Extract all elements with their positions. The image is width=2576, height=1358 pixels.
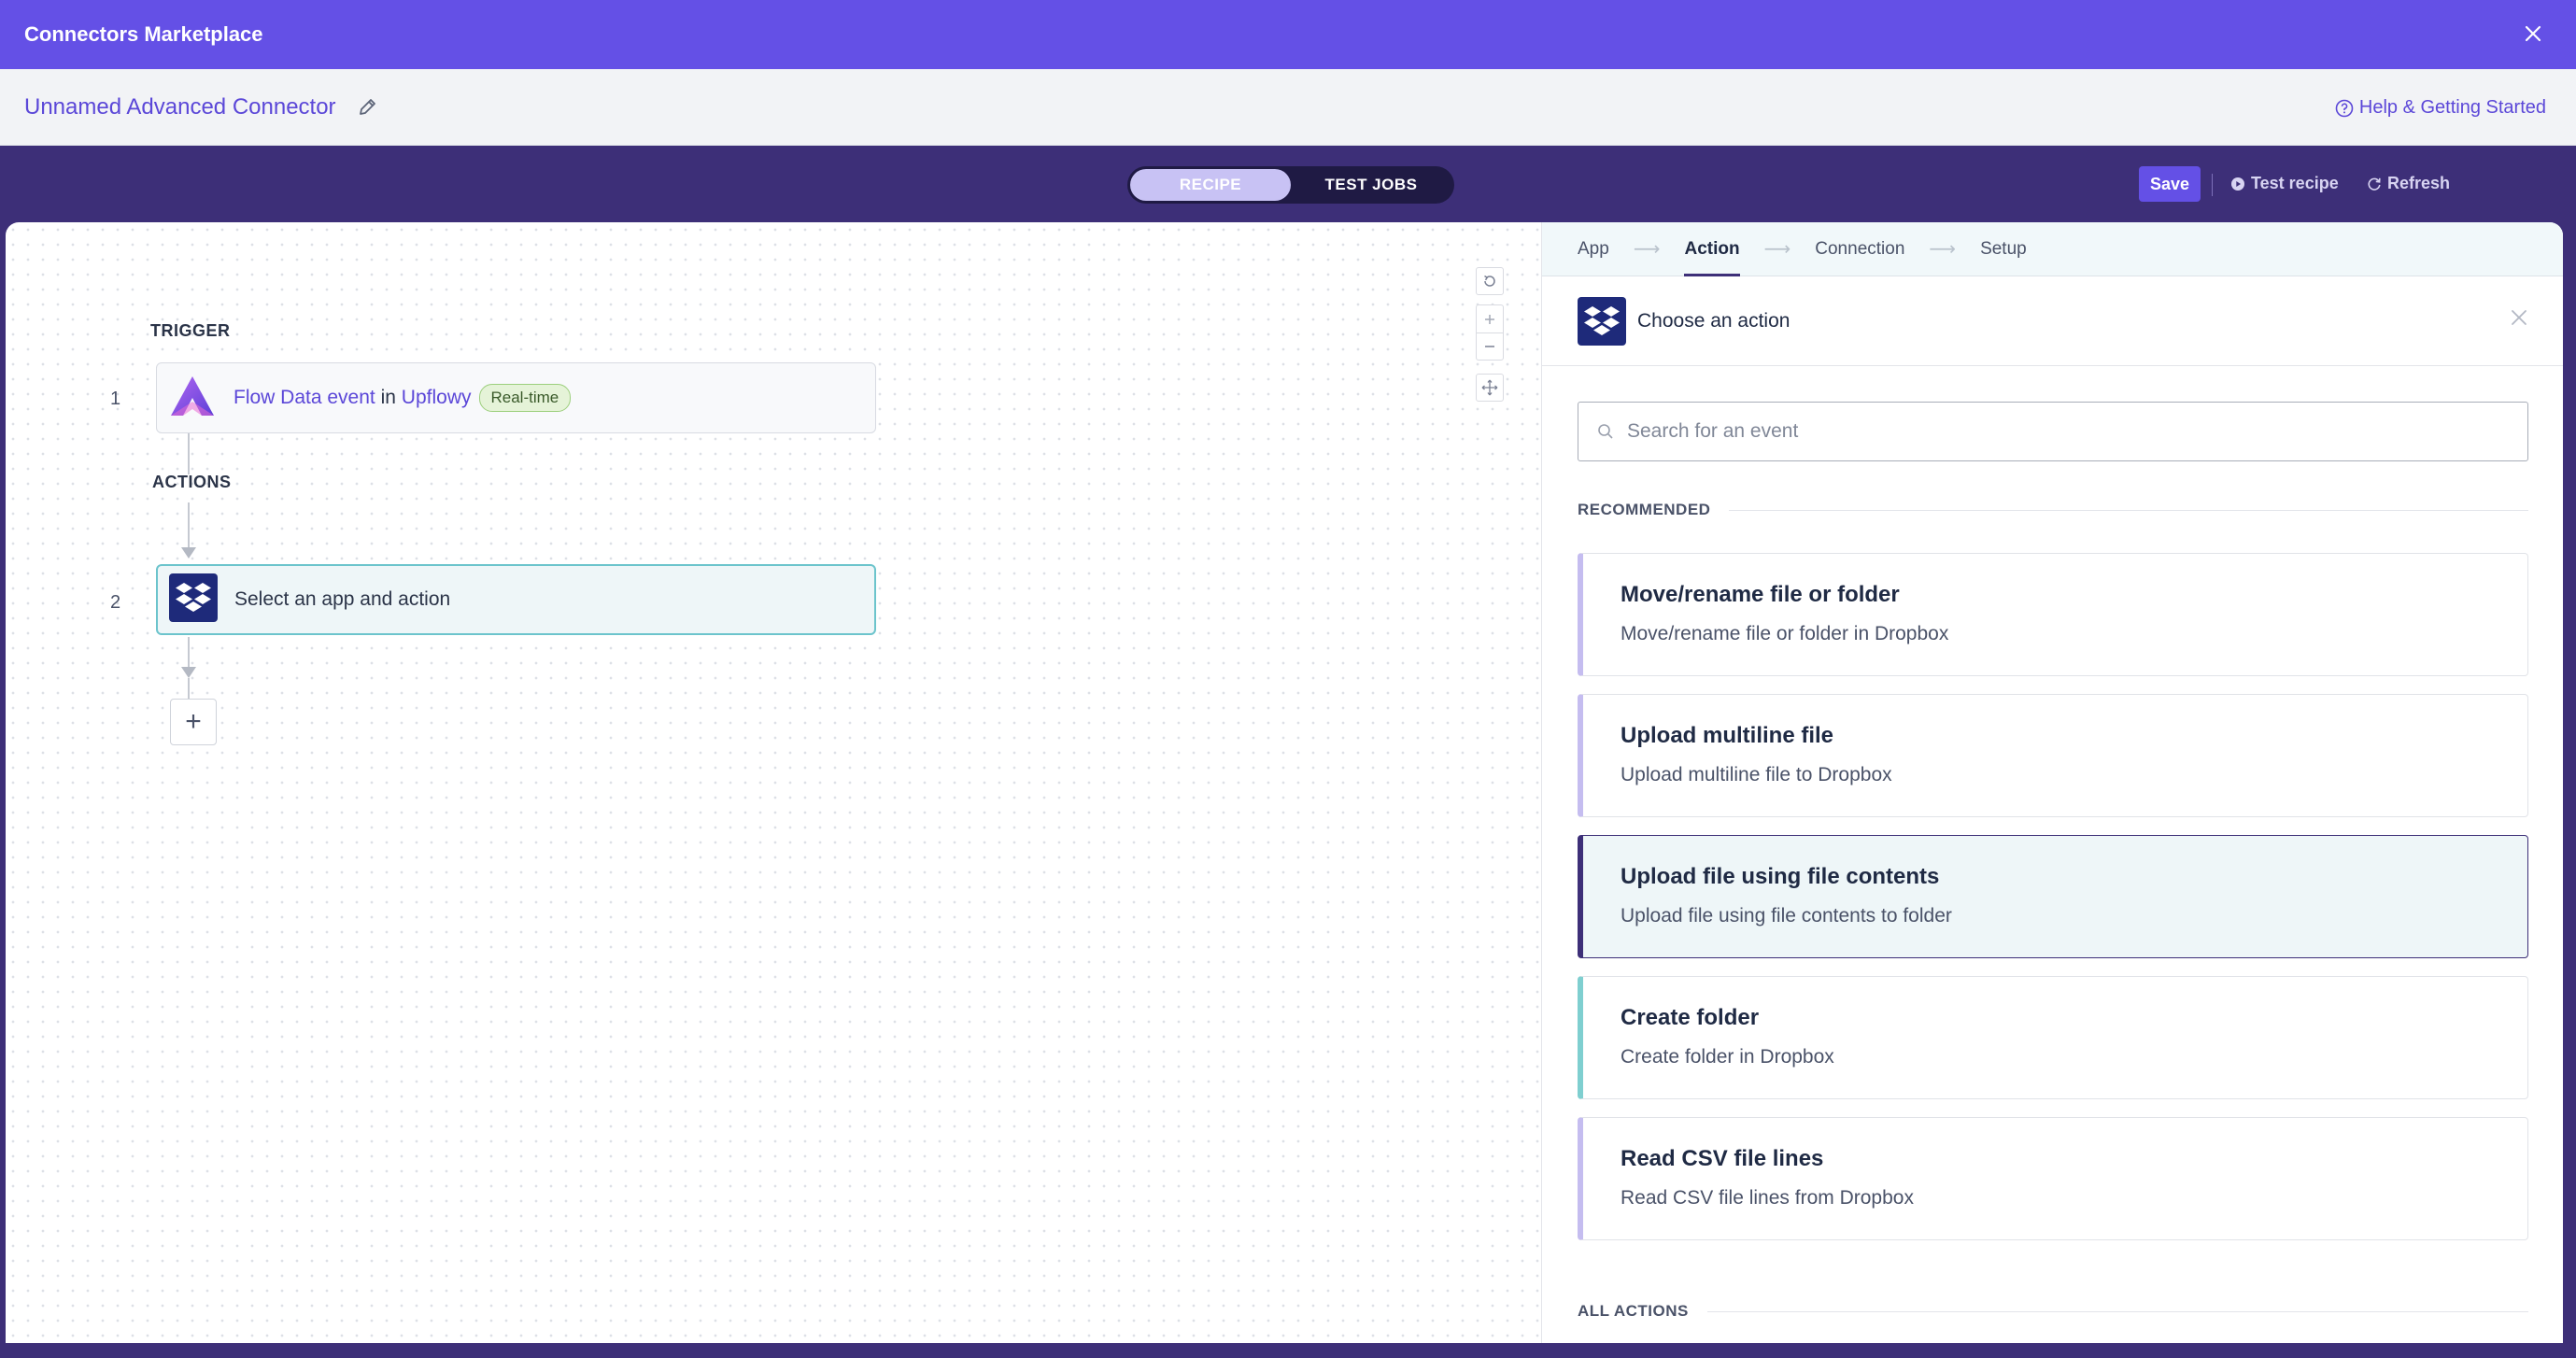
connector-line xyxy=(188,678,190,699)
wizard-steps: App ⟶ Action ⟶ Connection ⟶ Setup xyxy=(1542,222,2563,276)
connector-header: Unnamed Advanced Connector Help & Gettin… xyxy=(0,69,2576,146)
action-description: Upload file using file contents to folde… xyxy=(1621,905,1952,927)
action-card-selected[interactable]: Upload file using file contents Upload f… xyxy=(1578,835,2528,958)
view-toggle: RECIPE TEST JOBS xyxy=(1127,166,1454,204)
trigger-step-text: Flow Data event in Upflowy xyxy=(234,387,472,409)
trigger-connector-word: in xyxy=(380,387,396,408)
trigger-label: TRIGGER xyxy=(150,321,231,340)
edit-pencil-icon[interactable] xyxy=(355,95,379,120)
close-icon[interactable] xyxy=(2516,17,2550,50)
reset-view-icon[interactable] xyxy=(1476,267,1504,295)
recipe-canvas[interactable]: TRIGGER 1 Flow Data event in Upflowy Rea… xyxy=(6,222,1541,1343)
connector-line xyxy=(188,502,190,549)
event-search[interactable] xyxy=(1578,402,2528,461)
action-picker-panel: App ⟶ Action ⟶ Connection ⟶ Setup Choose… xyxy=(1541,222,2563,1343)
add-step-button[interactable]: + xyxy=(170,699,217,745)
recipe-toolbar: RECIPE TEST JOBS Save Test recipe Refres… xyxy=(0,146,2576,222)
play-circle-icon xyxy=(2231,177,2244,191)
wizard-step-app[interactable]: App xyxy=(1578,222,1609,276)
search-icon xyxy=(1598,424,1613,439)
action-description: Move/rename file or folder in Dropbox xyxy=(1621,623,1949,644)
arrow-right-icon: ⟶ xyxy=(1929,239,1957,260)
help-link[interactable]: Help & Getting Started xyxy=(2335,97,2546,119)
step-number: 1 xyxy=(110,389,121,409)
action-title: Move/rename file or folder xyxy=(1621,582,1900,607)
zoom-in-icon[interactable] xyxy=(1476,304,1504,332)
help-circle-icon xyxy=(2335,99,2354,117)
test-recipe-label: Test recipe xyxy=(2251,174,2339,192)
realtime-badge: Real-time xyxy=(478,384,572,412)
zoom-out-icon[interactable] xyxy=(1476,332,1504,361)
choose-action-heading: Choose an action xyxy=(1637,309,1790,332)
connector-line xyxy=(188,637,190,669)
all-actions-label: ALL ACTIONS xyxy=(1578,1302,2528,1321)
test-recipe-button[interactable]: Test recipe xyxy=(2230,174,2339,193)
arrow-down-icon xyxy=(181,667,196,678)
action-card[interactable]: Upload multiline file Upload multiline f… xyxy=(1578,694,2528,817)
app-header: Connectors Marketplace xyxy=(0,0,2576,69)
refresh-label: Refresh xyxy=(2387,174,2451,192)
tab-recipe[interactable]: RECIPE xyxy=(1130,169,1291,201)
trigger-step-card[interactable]: Flow Data event in Upflowy Real-time xyxy=(156,362,876,433)
toolbar-divider xyxy=(2212,174,2213,196)
action-description: Upload multiline file to Dropbox xyxy=(1621,764,1892,785)
tab-test-jobs[interactable]: TEST JOBS xyxy=(1291,169,1451,201)
app-title: Connectors Marketplace xyxy=(24,22,263,46)
refresh-button[interactable]: Refresh xyxy=(2367,174,2450,193)
dropbox-icon xyxy=(169,573,218,627)
action-card[interactable]: Create folder Create folder in Dropbox xyxy=(1578,976,2528,1099)
connector-name[interactable]: Unnamed Advanced Connector xyxy=(24,94,336,120)
action-card[interactable]: Move/rename file or folder Move/rename f… xyxy=(1578,553,2528,676)
action-title: Read CSV file lines xyxy=(1621,1146,1824,1171)
arrow-right-icon: ⟶ xyxy=(1633,239,1661,260)
action-card[interactable]: Read CSV file lines Read CSV file lines … xyxy=(1578,1117,2528,1240)
upflowy-logo-icon xyxy=(168,374,217,423)
action-title: Upload multiline file xyxy=(1621,723,1834,748)
connector-line xyxy=(188,433,190,474)
close-panel-icon[interactable] xyxy=(2510,308,2528,332)
all-actions-text: ALL ACTIONS xyxy=(1578,1302,1689,1320)
arrow-down-icon xyxy=(181,547,196,559)
search-input[interactable] xyxy=(1627,420,2468,443)
wizard-step-setup[interactable]: Setup xyxy=(1980,222,2027,276)
actions-label: ACTIONS xyxy=(152,473,232,491)
help-label: Help & Getting Started xyxy=(2358,97,2546,118)
trigger-event-link[interactable]: Flow Data event xyxy=(234,387,375,408)
recommended-label: RECOMMENDED xyxy=(1578,501,2528,519)
action-description: Read CSV file lines from Dropbox xyxy=(1621,1187,1914,1209)
dropbox-icon xyxy=(1578,296,1626,346)
action-title: Upload file using file contents xyxy=(1621,864,1940,889)
action-description: Create folder in Dropbox xyxy=(1621,1046,1834,1068)
wizard-step-action[interactable]: Action xyxy=(1684,222,1740,276)
save-button[interactable]: Save xyxy=(2139,166,2201,202)
choose-action-header: Choose an action xyxy=(1542,276,2563,366)
action-title: Create folder xyxy=(1621,1005,1760,1030)
step-number: 2 xyxy=(110,592,121,613)
action-step-text: Select an app and action xyxy=(234,588,451,610)
recommended-text: RECOMMENDED xyxy=(1578,501,1711,518)
arrow-right-icon: ⟶ xyxy=(1763,239,1791,260)
fit-view-icon[interactable] xyxy=(1476,374,1504,402)
trigger-app-link[interactable]: Upflowy xyxy=(402,387,472,408)
wizard-step-connection[interactable]: Connection xyxy=(1815,222,1904,276)
refresh-icon xyxy=(2368,177,2381,191)
action-step-card[interactable]: Select an app and action xyxy=(156,564,876,635)
